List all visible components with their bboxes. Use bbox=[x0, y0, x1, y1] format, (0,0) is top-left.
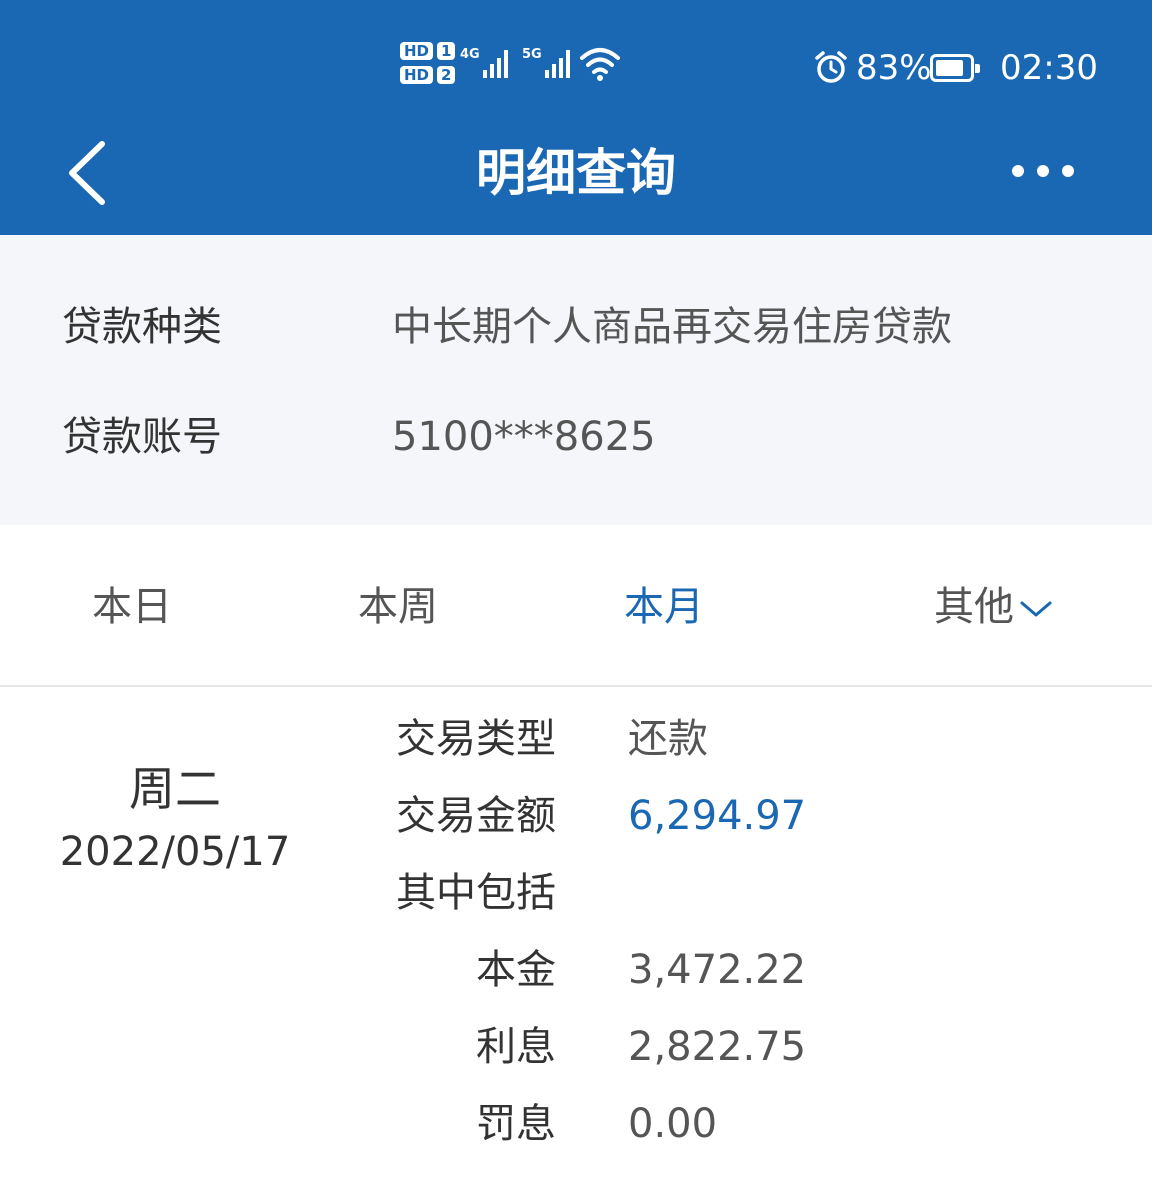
field-label: 交易类型 bbox=[396, 716, 556, 762]
field-value: 0.00 bbox=[628, 1101, 718, 1147]
sim1-index-badge: 1 bbox=[437, 42, 456, 60]
tab-other-label: 其他 bbox=[934, 584, 1014, 630]
tab-this-week[interactable]: 本周 bbox=[358, 577, 438, 637]
field-label: 罚息 bbox=[476, 1101, 556, 1147]
field-label: 交易金额 bbox=[396, 793, 556, 839]
field-interest: 利息 2,822.75 bbox=[0, 1017, 1152, 1077]
sim-indicators: HD 1 HD 2 bbox=[400, 40, 459, 88]
battery-percent: 83% bbox=[856, 48, 932, 88]
alarm-icon bbox=[815, 51, 847, 83]
sim1-hd-badge: HD bbox=[400, 42, 434, 60]
status-time: 02:30 bbox=[1000, 48, 1098, 88]
loan-account-value: 5100***8625 bbox=[392, 414, 656, 460]
loan-type-value: 中长期个人商品再交易住房贷款 bbox=[392, 304, 952, 350]
transaction-record[interactable]: 周二 2022/05/17 交易类型 还款 交易金额 6,294.97 其中包括… bbox=[0, 689, 1152, 1183]
more-dots-icon[interactable] bbox=[1012, 160, 1074, 182]
field-value: 6,294.97 bbox=[628, 793, 807, 839]
sim2-index-badge: 2 bbox=[437, 66, 456, 84]
tab-this-month[interactable]: 本月 bbox=[624, 577, 704, 637]
field-value: 2,822.75 bbox=[628, 1024, 807, 1070]
wifi-icon bbox=[580, 48, 620, 81]
sim1-indicator: HD 1 bbox=[400, 40, 459, 62]
field-label: 利息 bbox=[476, 1024, 556, 1070]
loan-info-panel: 贷款种类 中长期个人商品再交易住房贷款 贷款账号 5100***8625 bbox=[0, 235, 1152, 525]
field-label: 本金 bbox=[476, 947, 556, 993]
tab-today[interactable]: 本日 bbox=[92, 577, 172, 637]
field-includes: 其中包括 bbox=[0, 863, 1152, 923]
battery-icon bbox=[930, 54, 980, 82]
chevron-down-icon bbox=[1020, 601, 1052, 617]
tab-this-month-label: 本月 bbox=[624, 584, 704, 630]
battery-fill bbox=[936, 60, 963, 76]
tab-this-week-label: 本周 bbox=[358, 584, 438, 630]
field-transaction-type: 交易类型 还款 bbox=[0, 709, 1152, 769]
page-title: 明细查询 bbox=[476, 144, 676, 202]
field-value: 3,472.22 bbox=[628, 947, 807, 993]
status-bar: HD 1 HD 2 4G 5G 83% 02:30 bbox=[0, 0, 1152, 120]
field-label: 其中包括 bbox=[396, 870, 556, 916]
signal-icon: 4G bbox=[460, 48, 511, 78]
loan-type-row: 贷款种类 中长期个人商品再交易住房贷款 bbox=[0, 297, 1152, 357]
network-4g-label: 4G bbox=[460, 47, 480, 62]
network-5g-label: 5G bbox=[522, 47, 542, 62]
app-header: HD 1 HD 2 4G 5G 83% 02:30 明细查询 bbox=[0, 0, 1152, 235]
tab-today-label: 本日 bbox=[92, 584, 172, 630]
field-transaction-amount: 交易金额 6,294.97 bbox=[0, 786, 1152, 846]
sim2-indicator: HD 2 bbox=[400, 64, 459, 86]
loan-account-row: 贷款账号 5100***8625 bbox=[0, 407, 1152, 467]
field-principal: 本金 3,472.22 bbox=[0, 940, 1152, 1000]
tab-other[interactable]: 其他 bbox=[934, 577, 1054, 637]
field-value: 还款 bbox=[628, 716, 708, 762]
period-tabs: 本日 本周 本月 其他 bbox=[0, 525, 1152, 687]
loan-account-label: 贷款账号 bbox=[62, 414, 222, 460]
field-penalty-interest: 罚息 0.00 bbox=[0, 1094, 1152, 1154]
signal-icon: 5G bbox=[522, 48, 573, 78]
sim2-hd-badge: HD bbox=[400, 66, 434, 84]
loan-type-label: 贷款种类 bbox=[62, 304, 222, 350]
